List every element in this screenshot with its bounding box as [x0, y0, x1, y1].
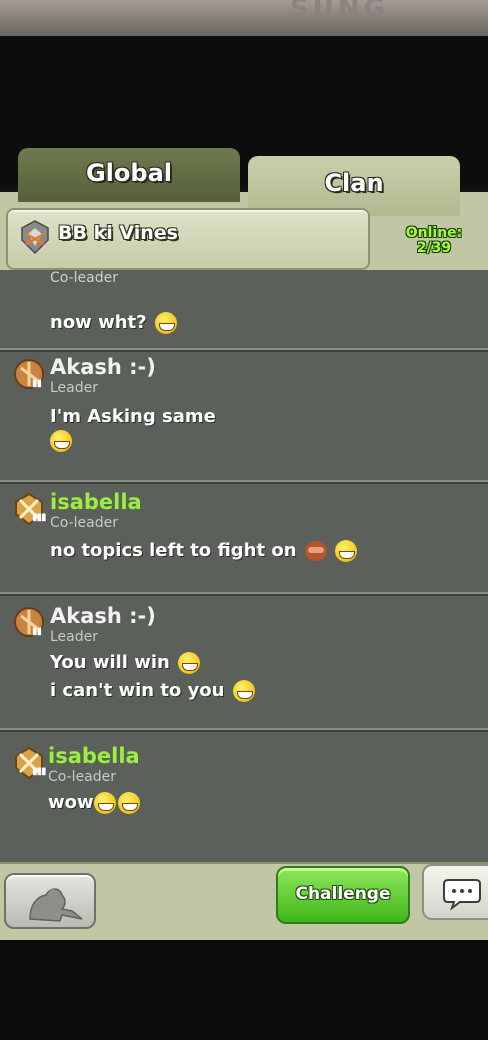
clan-name: BB ki Vines: [58, 222, 178, 244]
challenge-button[interactable]: Challenge: [276, 866, 410, 924]
message-role: Co-leader: [50, 515, 118, 531]
message-text: i can't win to you: [50, 680, 225, 701]
message-line: wow: [48, 792, 140, 814]
message-text: You will win: [50, 652, 170, 673]
message-role: Co-leader: [48, 769, 116, 785]
rank-bars-icon: ▮▮▮: [32, 766, 46, 777]
rank-bars-icon: ▮▮▮: [32, 512, 46, 523]
online-status: Online: 2/39: [396, 226, 472, 256]
chat-message: ▮▮▮ isabella Co-leader wow: [0, 730, 488, 862]
chat-message: ▮▮ Akash :-) Leader You will win i can't…: [0, 594, 488, 730]
message-line: i can't win to you: [50, 680, 255, 702]
message-role: Co-leader: [50, 270, 118, 286]
grin-emoji-icon: [93, 792, 116, 814]
clan-badge-icon: [21, 220, 49, 254]
chat-input-button[interactable]: [422, 864, 488, 920]
message-author: Akash :-): [50, 355, 156, 379]
message-text: now wht?: [50, 312, 147, 333]
speech-bubble-icon: [443, 879, 481, 911]
message-text: wow: [48, 792, 94, 813]
message-role: Leader: [50, 629, 99, 645]
message-author: isabella: [50, 490, 142, 514]
chat-messages[interactable]: Co-leader now wht? ▮▮ Akash :-) Leader I…: [0, 270, 488, 862]
message-author: isabella: [48, 744, 140, 768]
rank-bars-icon: ▮▮: [32, 378, 42, 389]
monkey-emoji-icon: [304, 541, 327, 561]
message-line: now wht?: [50, 312, 177, 334]
message-text: no topics left to fight on: [50, 540, 297, 561]
message-line: no topics left to fight on: [50, 540, 358, 562]
chat-message: Co-leader now wht?: [0, 270, 488, 350]
online-count: 2/39: [416, 240, 452, 256]
message-line: [50, 430, 72, 452]
message-text: I'm Asking same: [50, 406, 216, 427]
troop-silhouette-icon: [29, 888, 83, 922]
message-role: Leader: [50, 380, 99, 396]
grin-emoji-icon: [154, 312, 177, 334]
online-label: Online:: [405, 225, 463, 241]
grin-emoji-icon: [50, 430, 72, 452]
chat-message: ▮▮ Akash :-) Leader I'm Asking same: [0, 350, 488, 482]
rank-bars-icon: ▮▮: [32, 626, 42, 637]
grin-emoji-icon: [178, 652, 201, 674]
device-brand: SUNG: [290, 0, 389, 24]
chat-message: ▮▮▮ isabella Co-leader no topics left to…: [0, 482, 488, 594]
tab-clan[interactable]: Clan: [248, 156, 460, 216]
grin-emoji-icon: [117, 792, 140, 814]
device-bezel: SUNG: [0, 0, 488, 36]
message-line: I'm Asking same: [50, 406, 216, 427]
grin-emoji-icon: [335, 540, 358, 562]
clan-header[interactable]: BB ki Vines: [6, 208, 370, 270]
request-troops-button[interactable]: [4, 873, 96, 929]
screen-bottom-area: [0, 940, 488, 1040]
message-line: You will win: [50, 652, 201, 674]
tab-global[interactable]: Global: [18, 148, 240, 202]
message-author: Akash :-): [50, 604, 156, 628]
grin-emoji-icon: [232, 680, 255, 702]
